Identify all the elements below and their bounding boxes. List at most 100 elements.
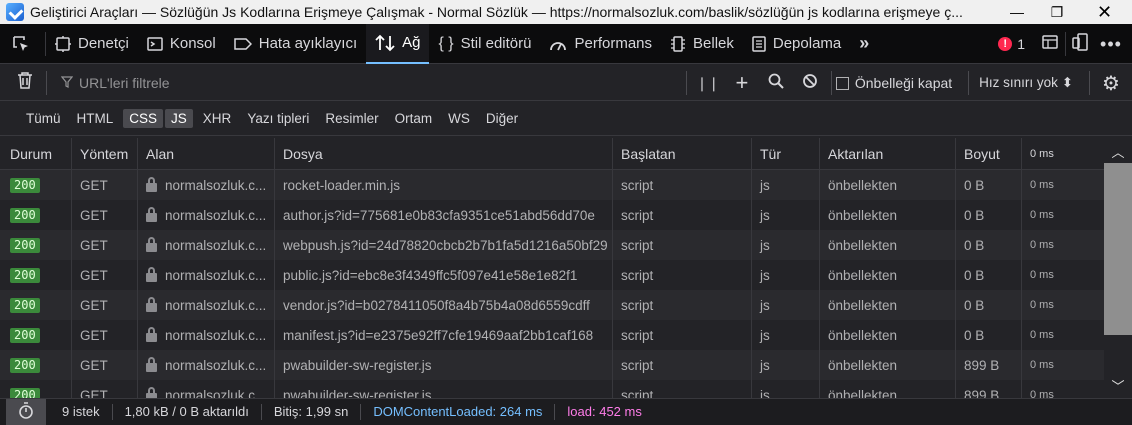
lock-icon — [146, 266, 157, 282]
column-header-waterfall[interactable]: 0 ms — [1022, 138, 1104, 169]
pause-button[interactable]: ❘❘ — [691, 75, 725, 92]
cell-waterfall: 0 ms — [1030, 299, 1054, 311]
table-row[interactable]: 200 GET normalsozluk.c... pwabuilder-sw-reg… — [0, 350, 1104, 380]
domain-text: normalsozluk.c... — [165, 387, 267, 399]
cell-cause: script — [613, 170, 752, 200]
element-picker-icon — [12, 35, 30, 53]
table-row[interactable]: 200 GET normalsozluk.c... rocket-loader.min… — [0, 170, 1104, 200]
table-row[interactable]: 200 GET normalsozluk.c... manifest.js?id=e2… — [0, 320, 1104, 350]
request-count: 9 istek — [50, 404, 113, 420]
gear-icon: ⚙ — [1102, 72, 1120, 95]
column-header-transferred[interactable]: Aktarılan — [820, 138, 956, 169]
scroll-up-button[interactable]: ︿ — [1104, 140, 1132, 162]
tab-performance[interactable]: Performans — [540, 24, 661, 64]
cell-method: GET — [72, 380, 138, 398]
split-console-button[interactable] — [1035, 34, 1065, 55]
error-icon: ! — [998, 37, 1013, 51]
disable-cache-toggle[interactable]: Önbelleği kapat — [835, 75, 952, 91]
filter-css[interactable]: CSS — [123, 109, 164, 128]
cell-waterfall: 0 ms — [1030, 209, 1054, 221]
lock-icon — [146, 236, 157, 252]
filter-images[interactable]: Resimler — [319, 109, 384, 128]
more-options-button[interactable]: ••• — [1096, 34, 1126, 55]
cell-transferred: önbellekten — [820, 290, 956, 320]
table-row[interactable]: 200 GET normalsozluk.c... vendor.js?id=b027… — [0, 290, 1104, 320]
scrollbar-thumb[interactable] — [1104, 163, 1132, 335]
status-badge: 200 — [10, 327, 40, 343]
status-badge: 200 — [10, 177, 40, 193]
throttle-select[interactable]: Hız sınırı yok ⬍ — [979, 75, 1073, 91]
block-button[interactable] — [793, 73, 827, 94]
tab-storage[interactable]: Depolama — [743, 24, 850, 64]
divider — [968, 71, 970, 95]
table-row[interactable]: 200 GET normalsozluk.c... webpush.js?id=24d… — [0, 230, 1104, 260]
filter-fonts[interactable]: Yazı tipleri — [241, 109, 315, 128]
cell-type: js — [752, 260, 820, 290]
clear-button[interactable] — [8, 71, 42, 94]
cell-cause: script — [613, 230, 752, 260]
cell-method: GET — [72, 350, 138, 380]
filter-xhr[interactable]: XHR — [197, 109, 238, 128]
request-type-filter-bar: Tümü HTML CSS JS XHR Yazı tipleri Resiml… — [0, 102, 1132, 136]
domain-text: normalsozluk.c... — [165, 237, 267, 253]
filter-media[interactable]: Ortam — [389, 109, 439, 128]
divider — [685, 71, 687, 95]
performance-analysis-button[interactable] — [6, 399, 46, 425]
column-header-size[interactable]: Boyut — [956, 138, 1022, 169]
tab-memory[interactable]: Bellek — [661, 24, 743, 64]
divider — [830, 71, 832, 95]
network-settings-button[interactable]: ⚙ — [1094, 71, 1128, 96]
load-time: load: 452 ms — [567, 404, 642, 419]
url-filter-input[interactable]: URL'leri filtrele — [60, 65, 170, 101]
cell-file: pwabuilder-sw-register.js — [275, 350, 613, 380]
cell-waterfall: 0 ms — [1030, 389, 1054, 398]
network-status-bar: 9 istek 1,80 kB / 0 B aktarıldı Bitiş: 1… — [0, 398, 1132, 425]
table-row[interactable]: 200 GET normalsozluk.c... public.js?id=ebc8… — [0, 260, 1104, 290]
cell-status: 200 — [0, 230, 72, 260]
tab-inspector[interactable]: Denetçi — [46, 24, 138, 64]
filter-all[interactable]: Tümü — [20, 109, 67, 128]
close-button[interactable]: ✕ — [1077, 0, 1132, 24]
domain-text: normalsozluk.c... — [165, 177, 267, 193]
filter-other[interactable]: Diğer — [480, 109, 524, 128]
element-picker-button[interactable] — [0, 24, 45, 64]
tab-network[interactable]: Ağ — [366, 23, 430, 64]
lock-icon — [146, 206, 157, 222]
cell-waterfall: 0 ms — [1030, 239, 1054, 251]
column-header-domain[interactable]: Alan — [138, 138, 275, 169]
cell-method: GET — [72, 290, 138, 320]
cell-domain: normalsozluk.c... — [138, 200, 275, 230]
error-count-badge[interactable]: ! 1 — [998, 36, 1025, 52]
add-request-button[interactable]: + — [725, 70, 759, 96]
status-badge: 200 — [10, 387, 40, 398]
divider — [1089, 71, 1090, 95]
cell-transferred: önbellekten — [820, 170, 956, 200]
table-row[interactable]: 200 GET normalsozluk.c... author.js?id=7756… — [0, 200, 1104, 230]
cell-transferred: önbellekten — [820, 320, 956, 350]
window-controls: — ❐ ✕ — [997, 0, 1132, 24]
responsive-mode-icon — [1072, 32, 1090, 56]
filter-ws[interactable]: WS — [442, 109, 476, 128]
scroll-down-button[interactable]: ﹀ — [1104, 374, 1132, 396]
tab-debugger[interactable]: Hata ayıklayıcı — [225, 24, 366, 64]
maximize-button[interactable]: ❐ — [1037, 0, 1077, 24]
tab-style-editor[interactable]: { } Stil editörü — [429, 24, 540, 64]
minimize-button[interactable]: — — [997, 0, 1037, 24]
table-row[interactable]: 200 GET normalsozluk.c... pwabuilder-sw-reg… — [0, 380, 1104, 398]
tab-console[interactable]: Konsol — [138, 24, 225, 64]
cell-transferred: önbellekten — [820, 350, 956, 380]
column-header-method[interactable]: Yöntem — [72, 138, 138, 169]
search-button[interactable] — [759, 73, 793, 94]
filter-html[interactable]: HTML — [71, 109, 120, 128]
disable-cache-checkbox[interactable] — [835, 76, 849, 90]
filter-js[interactable]: JS — [165, 109, 193, 128]
lock-icon — [146, 176, 157, 192]
more-tabs-button[interactable]: » — [850, 24, 885, 64]
chevron-down-icon: ﹀ — [1111, 378, 1125, 394]
cell-cause: script — [613, 200, 752, 230]
column-header-status[interactable]: Durum — [0, 138, 72, 169]
column-header-cause[interactable]: Başlatan — [613, 138, 752, 169]
column-header-type[interactable]: Tür — [752, 138, 820, 169]
column-header-file[interactable]: Dosya — [275, 138, 613, 169]
dock-button[interactable] — [1066, 32, 1096, 56]
